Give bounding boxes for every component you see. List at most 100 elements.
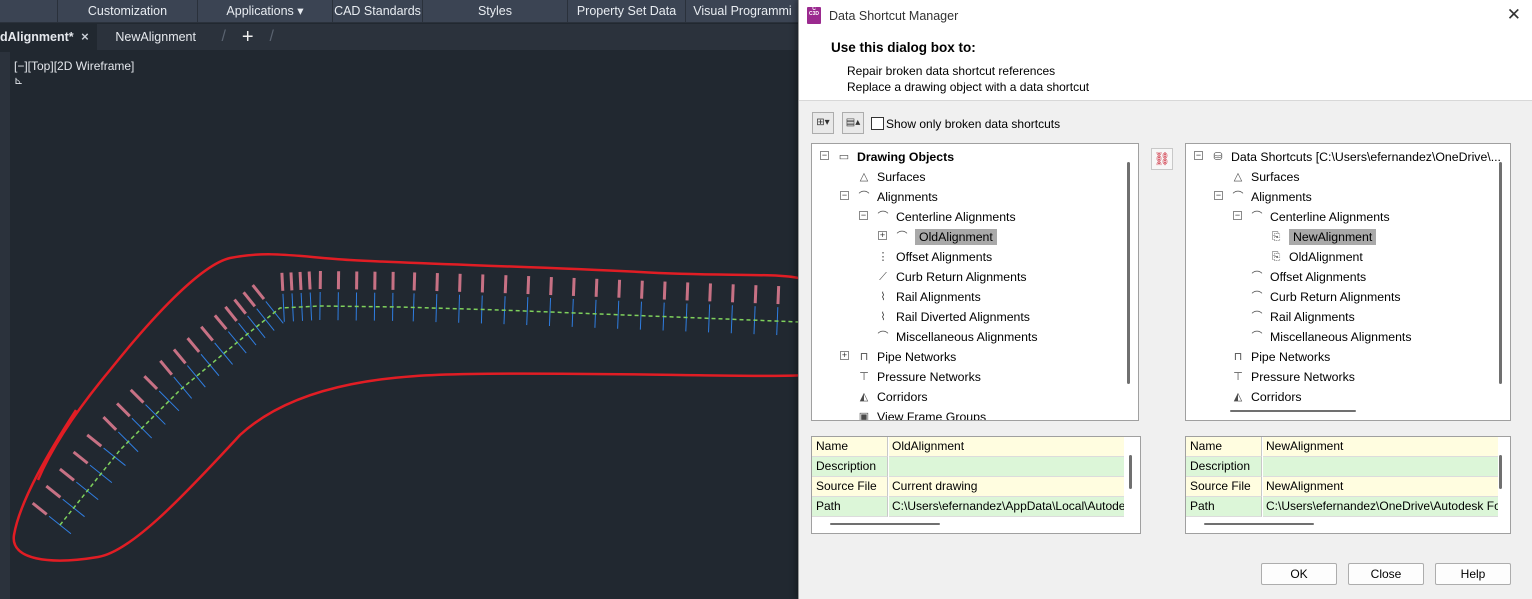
data-shortcuts-tree[interactable]: ⛁ Data Shortcuts [C:\Users\efernandez\One… bbox=[1185, 143, 1511, 421]
left-tree-item[interactable]: ◭ Corridors bbox=[856, 386, 928, 406]
pipe-network-icon: ⊓ bbox=[1233, 350, 1243, 363]
left-tree-item[interactable]: △ Surfaces bbox=[856, 166, 926, 186]
header-line-replace: Replace a drawing object with a data sho… bbox=[847, 80, 1090, 94]
folder-icon: ▭ bbox=[838, 150, 850, 163]
right-tree-item[interactable]: ⊓ Pipe Networks bbox=[1230, 346, 1331, 366]
expand-icon[interactable]: + bbox=[878, 231, 887, 240]
collapse-icon[interactable]: − bbox=[1214, 191, 1223, 200]
station-label-mark bbox=[526, 276, 531, 295]
tree-view-options-button[interactable]: ⊞▾ bbox=[812, 112, 834, 134]
tree-item-label: Drawing Objects bbox=[857, 149, 955, 164]
station-tick bbox=[256, 308, 275, 331]
station-label-mark bbox=[307, 271, 312, 290]
left-tree-item[interactable]: ⌇ Rail Diverted Alignments bbox=[875, 306, 1030, 326]
station-label-mark bbox=[186, 337, 201, 353]
tree-item-label: Miscellaneous Alignments bbox=[896, 329, 1038, 344]
sort-button[interactable]: ▤▴ bbox=[842, 112, 864, 134]
expand-icon[interactable]: + bbox=[840, 351, 849, 360]
tree-item-label: OldAlignment bbox=[915, 228, 997, 245]
alignment-centerline bbox=[59, 305, 800, 526]
close-icon[interactable]: ✕ bbox=[1507, 5, 1521, 25]
tree-item-label: Rail Diverted Alignments bbox=[896, 309, 1030, 324]
left-tree-item[interactable]: ⋮ Offset Alignments bbox=[875, 246, 993, 266]
collapse-icon[interactable]: − bbox=[820, 151, 829, 160]
collapse-icon[interactable]: − bbox=[859, 211, 868, 220]
right-tree-item[interactable]: ⌒ Alignments bbox=[1230, 186, 1312, 206]
right-tree-item[interactable]: △ Surfaces bbox=[1230, 166, 1300, 186]
collapse-icon[interactable]: − bbox=[1233, 211, 1242, 220]
property-row: Description bbox=[812, 457, 1124, 477]
station-tick bbox=[458, 294, 461, 323]
collapse-icon[interactable]: − bbox=[1194, 151, 1203, 160]
left-tree-item[interactable]: ⌒ Alignments bbox=[856, 186, 938, 206]
property-name: Source File bbox=[812, 477, 888, 497]
right-tree-item[interactable]: ⊤ Pressure Networks bbox=[1230, 366, 1355, 386]
left-tree-item[interactable]: ⌒ Miscellaneous Alignments bbox=[875, 326, 1038, 346]
alignment-icon: ⌒ bbox=[1251, 290, 1263, 303]
right-tree-item[interactable]: ⌒ Miscellaneous Alignments bbox=[1249, 326, 1412, 346]
tree-item-label: OldAlignment bbox=[1289, 249, 1363, 264]
right-tree-item[interactable]: ⎘ NewAlignment bbox=[1268, 226, 1377, 246]
collapse-icon[interactable]: − bbox=[840, 191, 849, 200]
close-button[interactable]: Close bbox=[1348, 563, 1424, 585]
right-tree-item[interactable]: ⌒ Rail Alignments bbox=[1249, 306, 1355, 326]
station-label-mark bbox=[289, 272, 294, 291]
station-ticks bbox=[48, 291, 800, 535]
vertical-scrollbar[interactable] bbox=[1499, 455, 1502, 489]
station-tick bbox=[730, 305, 733, 334]
left-tree-item[interactable]: ⌒ OldAlignment bbox=[894, 226, 997, 246]
alignment-icon: ⌒ bbox=[858, 190, 870, 203]
vertical-scrollbar[interactable] bbox=[1129, 455, 1132, 489]
vertical-scrollbar[interactable] bbox=[1127, 162, 1130, 384]
dialog-header: Use this dialog box to: Repair broken da… bbox=[799, 32, 1532, 100]
station-label-mark bbox=[318, 270, 322, 290]
left-tree-item[interactable]: ⊓ Pipe Networks bbox=[856, 346, 957, 366]
station-label-mark bbox=[391, 271, 395, 290]
dialog-titlebar[interactable]: C C3D Data Shortcut Manager ✕ bbox=[799, 0, 1532, 32]
left-tree-item[interactable]: ⌇ Rail Alignments bbox=[875, 286, 980, 306]
left-tree-item[interactable]: ⟋ Curb Return Alignments bbox=[875, 266, 1026, 286]
right-tree-item[interactable]: ⌒ Curb Return Alignments bbox=[1249, 286, 1401, 306]
right-tree-item[interactable]: ⎘ OldAlignment bbox=[1268, 246, 1363, 266]
right-tree-item[interactable]: ⌒ Centerline Alignments bbox=[1249, 206, 1390, 226]
right-tree-item[interactable]: ⌒ Offset Alignments bbox=[1249, 266, 1367, 286]
station-label-mark bbox=[298, 271, 303, 291]
property-value: NewAlignment bbox=[1263, 437, 1498, 457]
show-broken-checkbox[interactable] bbox=[871, 117, 884, 130]
rail-alignment-icon: ⌇ bbox=[880, 310, 886, 323]
tree-item-label: Surfaces bbox=[1251, 169, 1300, 184]
right-tree-item[interactable]: ⛁ Data Shortcuts [C:\Users\efernandez\One… bbox=[1210, 146, 1501, 166]
station-label-mark bbox=[172, 348, 187, 365]
offset-alignment-icon: ⋮ bbox=[877, 250, 889, 263]
drawing-objects-tree[interactable]: ▭ Drawing Objects − △ Surfaces ⌒ Alignments − ⌒ C… bbox=[811, 143, 1139, 421]
station-label-mark bbox=[143, 375, 159, 390]
link-shortcut-button[interactable]: ⛓ bbox=[1151, 148, 1173, 170]
vertical-scrollbar[interactable] bbox=[1499, 162, 1502, 384]
station-label-mark bbox=[224, 305, 238, 322]
tree-item-label: NewAlignment bbox=[1289, 228, 1377, 245]
station-tick bbox=[309, 292, 313, 321]
horizontal-scrollbar[interactable] bbox=[1204, 523, 1314, 525]
horizontal-scrollbar[interactable] bbox=[1230, 410, 1356, 412]
pressure-network-icon: ⊤ bbox=[859, 370, 869, 383]
curb-return-icon: ⟋ bbox=[879, 270, 887, 283]
left-tree-item[interactable]: ⊤ Pressure Networks bbox=[856, 366, 981, 386]
left-tree-item[interactable]: ▭ Drawing Objects bbox=[836, 146, 954, 166]
corridor-icon: ◭ bbox=[859, 390, 869, 403]
tree-item-label: Pipe Networks bbox=[1251, 349, 1331, 364]
ok-button[interactable]: OK bbox=[1261, 563, 1337, 585]
tree-item-label: Pressure Networks bbox=[1251, 369, 1355, 384]
horizontal-scrollbar[interactable] bbox=[830, 523, 940, 525]
rail-alignment-icon: ⌇ bbox=[880, 290, 886, 303]
header-divider bbox=[799, 100, 1532, 101]
help-button[interactable]: Help bbox=[1435, 563, 1511, 585]
property-value: C:\Users\efernandez\AppData\Local\Autode bbox=[889, 497, 1124, 517]
left-tree-item[interactable]: ▣ View Frame Groups bbox=[856, 406, 986, 420]
right-tree-item[interactable]: ◭ Corridors bbox=[1230, 386, 1302, 406]
alignment-icon: ⌒ bbox=[1251, 330, 1263, 343]
station-tick bbox=[282, 293, 285, 322]
property-row: Path C:\Users\efernandez\OneDrive\Autodes… bbox=[1186, 497, 1498, 517]
station-label-mark bbox=[336, 271, 341, 290]
left-tree-item[interactable]: ⌒ Centerline Alignments bbox=[875, 206, 1016, 226]
station-label-mark bbox=[640, 280, 644, 299]
